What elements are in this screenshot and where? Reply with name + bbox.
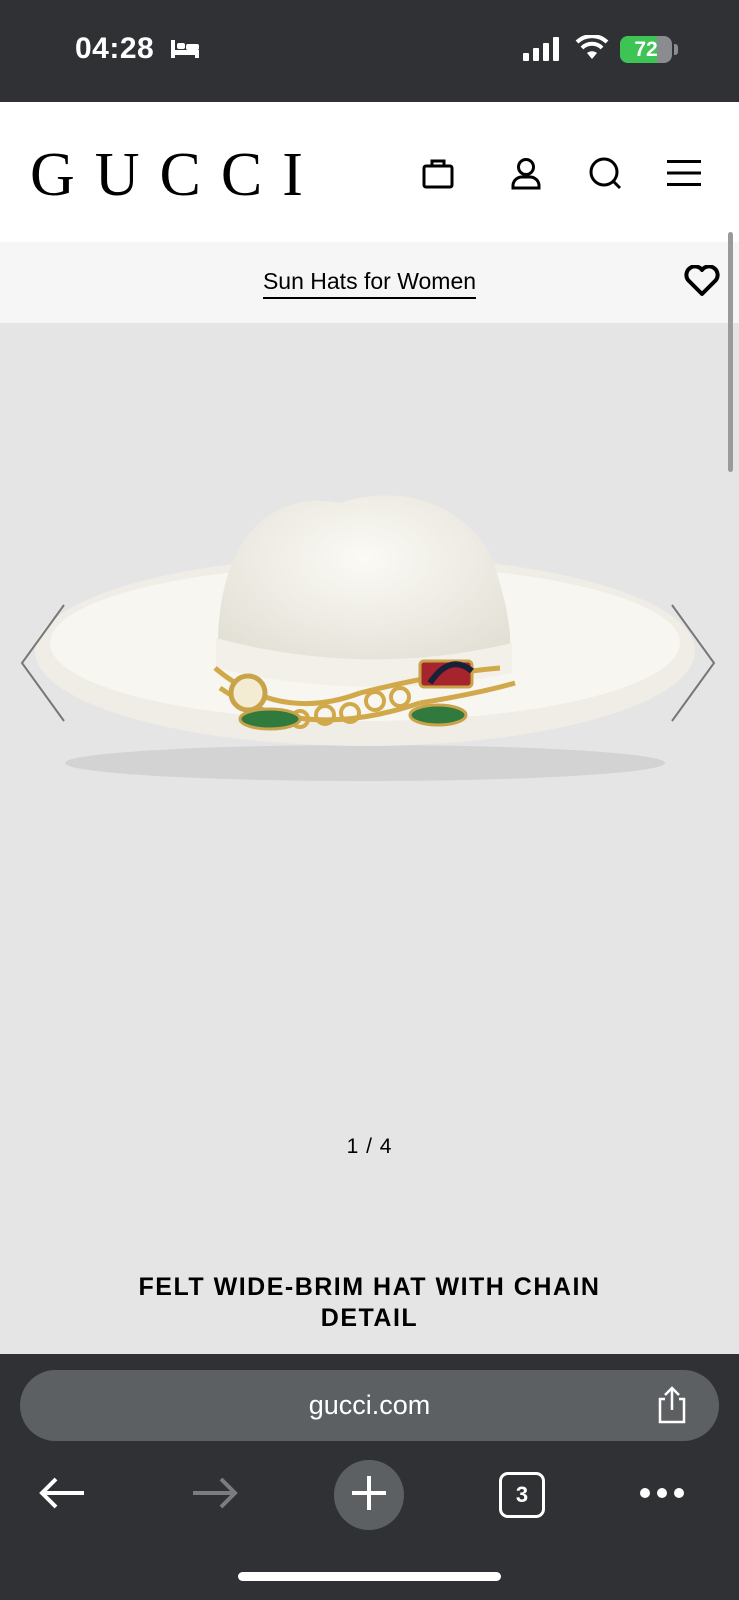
- more-options-button[interactable]: [627, 1460, 697, 1530]
- arrow-left-icon: [38, 1476, 86, 1515]
- back-button[interactable]: [27, 1460, 97, 1530]
- image-counter: 1 / 4: [346, 1135, 393, 1158]
- chevron-left-icon: [18, 604, 68, 727]
- cellular-signal-icon: [523, 37, 561, 66]
- share-icon: [654, 1386, 690, 1429]
- more-icon: [639, 1486, 685, 1504]
- share-button[interactable]: [654, 1385, 690, 1430]
- menu-icon: [667, 159, 701, 192]
- account-button[interactable]: [501, 150, 551, 200]
- sleep-focus-icon: [170, 38, 200, 65]
- category-bar: Sun Hats for Women: [0, 242, 739, 323]
- previous-image-button[interactable]: [18, 603, 68, 728]
- status-bar: 04:28 72: [0, 0, 739, 102]
- category-link[interactable]: Sun Hats for Women: [262, 268, 477, 299]
- search-button[interactable]: [580, 150, 630, 200]
- plus-icon: [350, 1474, 388, 1517]
- menu-button[interactable]: [659, 150, 709, 200]
- next-image-button[interactable]: [668, 603, 718, 728]
- tab-count: 3: [499, 1472, 545, 1518]
- battery-cap: [674, 44, 678, 55]
- search-icon: [587, 155, 623, 196]
- wifi-icon: [575, 34, 609, 66]
- arrow-right-icon: [191, 1476, 239, 1515]
- account-icon: [510, 156, 542, 195]
- product-image-gallery[interactable]: 1 / 4: [0, 323, 739, 1243]
- battery-percentage: 72: [634, 38, 658, 61]
- shopping-bag-icon: [421, 156, 455, 195]
- home-indicator[interactable]: [238, 1572, 501, 1581]
- product-title: FELT WIDE-BRIM HAT WITH CHAIN DETAIL: [138, 1273, 601, 1332]
- tabs-button[interactable]: 3: [487, 1460, 557, 1530]
- heart-icon: [684, 264, 720, 301]
- brand-logo[interactable]: GUCCI: [30, 140, 323, 211]
- wishlist-button[interactable]: [684, 264, 720, 302]
- web-page: GUCCI Sun Hats for Women 1 / 4 FELT WIDE…: [0, 102, 739, 1354]
- new-tab-button[interactable]: [334, 1460, 404, 1530]
- address-bar[interactable]: gucci.com: [20, 1370, 719, 1441]
- battery-indicator: 72: [620, 36, 672, 63]
- scrollbar[interactable]: [728, 232, 733, 472]
- chevron-right-icon: [668, 604, 718, 727]
- product-image: [20, 493, 700, 808]
- shopping-bag-button[interactable]: [413, 150, 463, 200]
- status-time: 04:28: [75, 32, 155, 65]
- site-header: GUCCI: [0, 102, 739, 242]
- url-text: gucci.com: [308, 1390, 431, 1420]
- forward-button[interactable]: [180, 1460, 250, 1530]
